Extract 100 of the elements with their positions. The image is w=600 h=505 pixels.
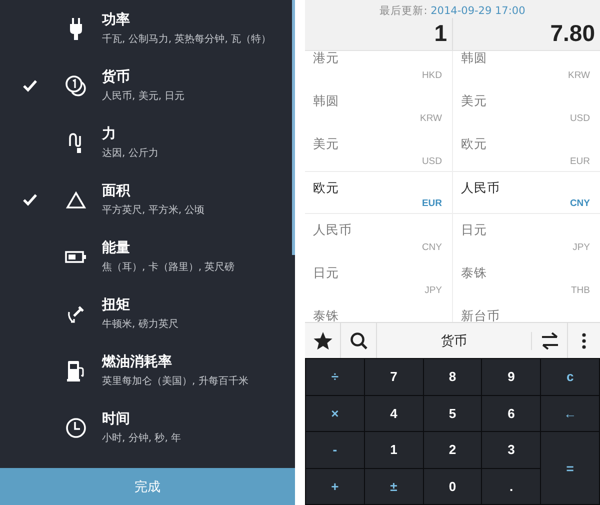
category-item[interactable]: 货币 人民币, 美元, 日元: [0, 57, 295, 114]
keypad-key[interactable]: ←: [541, 396, 599, 431]
fuel-pump-icon: [67, 360, 85, 382]
currency-name: 人民币: [461, 180, 500, 197]
currency-row[interactable]: 泰铢 THB: [453, 257, 600, 300]
swap-arrows-icon: [540, 330, 560, 350]
plug-icon: [69, 18, 83, 40]
keypad-key[interactable]: =: [541, 432, 599, 504]
currency-name: 泰铢: [313, 308, 339, 322]
category-units: 牛顿米, 磅力英尺: [102, 318, 178, 331]
category-item[interactable]: 力 达因, 公斤力: [0, 114, 295, 171]
keypad-key[interactable]: 5: [424, 396, 482, 431]
from-amount[interactable]: 1: [305, 18, 452, 50]
category-title: 扭矩: [102, 296, 131, 314]
keypad-key[interactable]: 6: [482, 396, 540, 431]
currency-name: 港元: [313, 51, 339, 67]
spring-icon: [68, 132, 84, 154]
keypad-key[interactable]: ÷: [306, 359, 364, 394]
currency-name: 人民币: [313, 222, 352, 239]
currency-code: USD: [422, 156, 442, 167]
keypad-key[interactable]: 4: [364, 396, 423, 431]
category-title: 力: [102, 125, 117, 143]
currency-name: 美元: [461, 93, 487, 110]
keypad-key[interactable]: 1: [364, 432, 423, 468]
currency-row[interactable]: 人民币 CNY: [453, 171, 600, 214]
keypad-key[interactable]: -: [306, 432, 364, 468]
keypad-key[interactable]: ±: [364, 468, 423, 504]
category-units: 达因, 公斤力: [102, 146, 158, 160]
keypad-key[interactable]: .: [482, 468, 540, 504]
category-item[interactable]: 面积 平方英尺, 平方米, 公顷: [0, 171, 295, 228]
currency-row[interactable]: 韩圆 KRW: [305, 85, 452, 128]
currency-code: CNY: [422, 242, 442, 253]
star-icon: [312, 330, 332, 350]
currency-row[interactable]: 日元 JPY: [453, 214, 600, 257]
keypad-key[interactable]: 3: [482, 432, 540, 468]
category-units: 人民币, 美元, 日元: [102, 90, 185, 103]
category-units: 平方英尺, 平方米, 公顷: [102, 204, 205, 217]
keypad-key[interactable]: 2: [424, 432, 482, 468]
category-item[interactable]: 时间 小时, 分钟, 秒, 年: [0, 399, 295, 456]
category-units: 千瓦, 公制马力, 英热每分钟, 瓦（特）: [102, 32, 272, 46]
wrench-icon: [66, 304, 86, 324]
category-title: 时间: [102, 410, 131, 428]
currency-row[interactable]: 泰铢: [305, 300, 452, 322]
category-units: 小时, 分钟, 秒, 年: [102, 432, 182, 445]
currency-name: 欧元: [313, 180, 339, 197]
keypad-key[interactable]: 0: [424, 468, 482, 504]
currency-name: 日元: [313, 265, 339, 282]
clock-icon: [65, 416, 87, 438]
currency-name: 韩圆: [313, 93, 339, 110]
currency-row[interactable]: 新台币: [453, 300, 600, 322]
currency-row[interactable]: 港元 HKD: [305, 51, 452, 85]
category-title: 面积: [102, 182, 132, 200]
currency-row[interactable]: 人民币 CNY: [305, 214, 452, 257]
keypad-key[interactable]: +: [306, 468, 364, 504]
category-item[interactable]: 燃油消耗率 英里每加仑（美国）, 升每百千米: [0, 342, 295, 399]
currency-code: HKD: [422, 70, 442, 81]
search-icon: [350, 332, 368, 350]
keypad-key[interactable]: c: [541, 359, 599, 394]
more-icon: [582, 332, 586, 348]
category-title: 能量: [102, 239, 131, 257]
category-item[interactable]: 功率 千瓦, 公制马力, 英热每分钟, 瓦（特）: [0, 0, 295, 57]
triangle-icon: [66, 190, 86, 208]
currency-code: USD: [570, 113, 590, 124]
currency-code: JPY: [572, 242, 590, 253]
currency-row[interactable]: 日元 JPY: [305, 257, 452, 300]
toolbar-title: 货币: [377, 332, 532, 350]
update-time: 2014-09-29 17:00: [430, 5, 526, 17]
keypad-key[interactable]: 9: [482, 359, 540, 394]
category-title: 燃油消耗率: [102, 353, 173, 371]
currency-row[interactable]: 欧元 EUR: [453, 128, 600, 171]
currency-name: 美元: [313, 136, 339, 153]
category-title: 货币: [102, 68, 131, 86]
category-units: 英里每加仑（美国）, 升每百千米: [102, 374, 248, 388]
currency-row[interactable]: 韩圆 KRW: [453, 51, 600, 85]
currency-code: KRW: [568, 70, 590, 81]
category-item[interactable]: 能量 焦（耳）, 卡（路里）, 英尺磅: [0, 228, 295, 285]
currency-code: CNY: [570, 198, 590, 209]
currency-row[interactable]: 欧元 EUR: [305, 171, 452, 214]
currency-code: JPY: [424, 285, 442, 296]
category-title: 功率: [102, 11, 131, 29]
currency-row[interactable]: 美元 USD: [453, 85, 600, 128]
category-item[interactable]: 扭矩 牛顿米, 磅力英尺: [0, 285, 295, 342]
update-label: 最后更新:: [380, 5, 428, 17]
keypad-key[interactable]: 8: [424, 359, 482, 394]
currency-code: EUR: [570, 156, 590, 167]
currency-code: THB: [571, 285, 590, 296]
currency-row[interactable]: 美元 USD: [305, 128, 452, 171]
currency-name: 日元: [461, 222, 487, 239]
currency-name: 新台币: [461, 308, 500, 322]
battery-icon: [65, 250, 87, 262]
keypad-key[interactable]: ×: [306, 396, 364, 431]
currency-code: EUR: [422, 198, 442, 209]
currency-code: KRW: [420, 113, 442, 124]
currency-name: 欧元: [461, 136, 487, 153]
currency-name: 泰铢: [461, 265, 487, 282]
coins-icon: [65, 74, 87, 96]
to-amount[interactable]: 7.80: [452, 18, 600, 50]
keypad-key[interactable]: 7: [364, 359, 423, 394]
currency-name: 韩圆: [461, 51, 487, 67]
category-units: 焦（耳）, 卡（路里）, 英尺磅: [102, 260, 235, 274]
